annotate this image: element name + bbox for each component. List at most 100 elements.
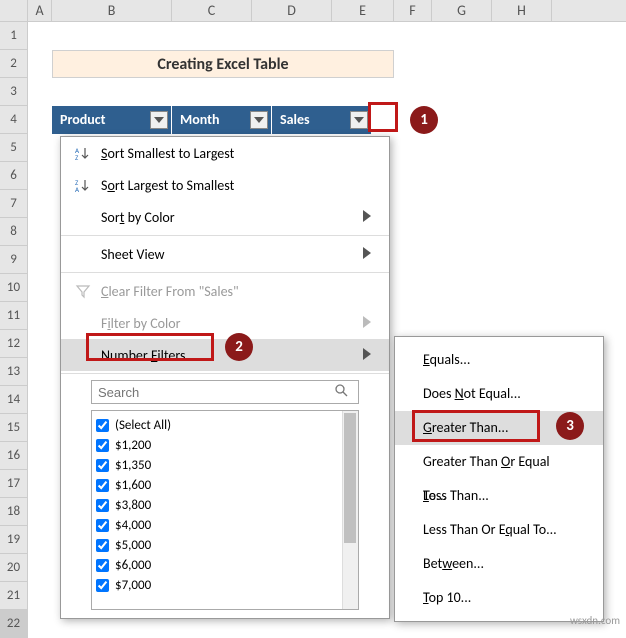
row-header-14[interactable]: 14 [0, 386, 28, 414]
row-header-7[interactable]: 7 [0, 190, 28, 218]
table-header-product: Product [52, 106, 172, 134]
check-select-all[interactable]: (Select All) [96, 415, 354, 435]
filter-button-sales[interactable] [350, 111, 368, 129]
submenu-arrow-icon [363, 315, 379, 332]
check-item[interactable]: $3,800 [96, 495, 354, 515]
menu-separator [61, 272, 389, 273]
sort-descending-item[interactable]: ZA Sort Largest to Smallest [61, 169, 389, 201]
check-item[interactable]: $1,200 [96, 435, 354, 455]
checkbox[interactable] [96, 499, 109, 512]
row-header-6[interactable]: 6 [0, 162, 28, 190]
title-cell: Creating Excel Table [52, 50, 394, 78]
col-header-c[interactable]: C [172, 0, 252, 21]
sort-by-color-item[interactable]: Sort by Color [61, 201, 389, 233]
annotation-box-2 [86, 333, 214, 361]
col-header-f[interactable]: F [394, 0, 432, 21]
row-header-18[interactable]: 18 [0, 498, 28, 526]
greater-equal-item[interactable]: Greater Than Or Equal To... [395, 445, 603, 479]
menu-separator [61, 235, 389, 236]
col-header-e[interactable]: E [332, 0, 394, 21]
row-header-15[interactable]: 15 [0, 414, 28, 442]
top-10-item[interactable]: Top 10... [395, 581, 603, 615]
sheet-view-item[interactable]: Sheet View [61, 238, 389, 270]
row-header-13[interactable]: 13 [0, 358, 28, 386]
col-header-a[interactable]: A [28, 0, 52, 21]
less-than-item[interactable]: Less Than... [395, 479, 603, 513]
check-item[interactable]: $6,000 [96, 555, 354, 575]
filter-search-input[interactable] [98, 385, 334, 400]
checkbox[interactable] [96, 459, 109, 472]
scrollbar-thumb[interactable] [344, 413, 356, 543]
row-header-10[interactable]: 10 [0, 274, 28, 302]
sort-color-label: Sort by Color [95, 209, 363, 226]
less-equal-item[interactable]: Less Than Or Equal To... [395, 513, 603, 547]
search-icon [334, 383, 352, 401]
filter-values-list[interactable]: (Select All) $1,200 $1,350 $1,600 $3,800… [91, 410, 359, 610]
submenu-arrow-icon [363, 209, 379, 226]
row-header-3[interactable]: 3 [0, 78, 28, 106]
watermark: wsxdn.com [570, 614, 620, 627]
annotation-box-1 [368, 102, 398, 132]
check-item[interactable]: $1,600 [96, 475, 354, 495]
sort-asc-label: Sort Smallest to Largest [95, 145, 379, 162]
row-header-17[interactable]: 17 [0, 470, 28, 498]
sheet-view-label: Sheet View [95, 246, 363, 263]
col-header-g[interactable]: G [432, 0, 492, 21]
not-equal-item[interactable]: Does Not Equal... [395, 377, 603, 411]
check-item[interactable]: $7,000 [96, 575, 354, 595]
row-header-21[interactable]: 21 [0, 582, 28, 610]
filter-search-box[interactable] [91, 380, 359, 404]
sort-asc-icon: AZ [71, 145, 95, 161]
row-header-19[interactable]: 19 [0, 526, 28, 554]
header-label-month: Month [180, 111, 220, 128]
chevron-down-icon [154, 117, 164, 123]
filter-dropdown-menu: AZ Sort Smallest to Largest ZA Sort Larg… [60, 136, 390, 619]
filter-button-month[interactable] [250, 111, 268, 129]
row-header-1[interactable]: 1 [0, 22, 28, 50]
row-header-2[interactable]: 2 [0, 50, 28, 78]
row-header-4[interactable]: 4 [0, 106, 28, 134]
row-header-5[interactable]: 5 [0, 134, 28, 162]
header-label-sales: Sales [280, 111, 310, 128]
clear-filter-item: Clear Filter From "Sales" [61, 275, 389, 307]
check-item[interactable]: $4,000 [96, 515, 354, 535]
annotation-box-3 [412, 410, 540, 442]
col-header-h[interactable]: H [492, 0, 552, 21]
check-label: $3,800 [115, 498, 151, 513]
header-label-product: Product [60, 111, 106, 128]
check-item[interactable]: $5,000 [96, 535, 354, 555]
row-header-9[interactable]: 9 [0, 246, 28, 274]
sort-desc-label: Sort Largest to Smallest [95, 177, 379, 194]
equals-item[interactable]: Equals... [395, 343, 603, 377]
row-header-16[interactable]: 16 [0, 442, 28, 470]
clear-filter-label: Clear Filter From "Sales" [95, 283, 379, 300]
checkbox[interactable] [96, 539, 109, 552]
checkbox[interactable] [96, 479, 109, 492]
clear-filter-icon [71, 283, 95, 299]
scrollbar-track[interactable] [342, 411, 358, 609]
checkbox[interactable] [96, 519, 109, 532]
row-header-20[interactable]: 20 [0, 554, 28, 582]
sort-desc-icon: ZA [71, 177, 95, 193]
checkbox[interactable] [96, 579, 109, 592]
checkbox[interactable] [96, 559, 109, 572]
check-item[interactable]: $1,350 [96, 455, 354, 475]
filter-color-label: Filter by Color [95, 315, 363, 332]
row-header-12[interactable]: 12 [0, 330, 28, 358]
filter-button-product[interactable] [150, 111, 168, 129]
col-header-b[interactable]: B [52, 0, 172, 21]
row-header-11[interactable]: 11 [0, 302, 28, 330]
select-all-corner[interactable] [0, 0, 28, 21]
check-label: $6,000 [115, 558, 151, 573]
submenu-arrow-icon [363, 246, 379, 263]
checkbox[interactable] [96, 419, 109, 432]
sort-ascending-item[interactable]: AZ Sort Smallest to Largest [61, 137, 389, 169]
col-header-d[interactable]: D [252, 0, 332, 21]
chevron-down-icon [354, 117, 364, 123]
row-header-8[interactable]: 8 [0, 218, 28, 246]
between-item[interactable]: Between... [395, 547, 603, 581]
row-header-22[interactable]: 22 [0, 610, 28, 638]
annotation-callout-1: 1 [410, 106, 438, 134]
checkbox[interactable] [96, 439, 109, 452]
number-filters-submenu: Equals... Does Not Equal... Greater Than… [394, 336, 604, 622]
